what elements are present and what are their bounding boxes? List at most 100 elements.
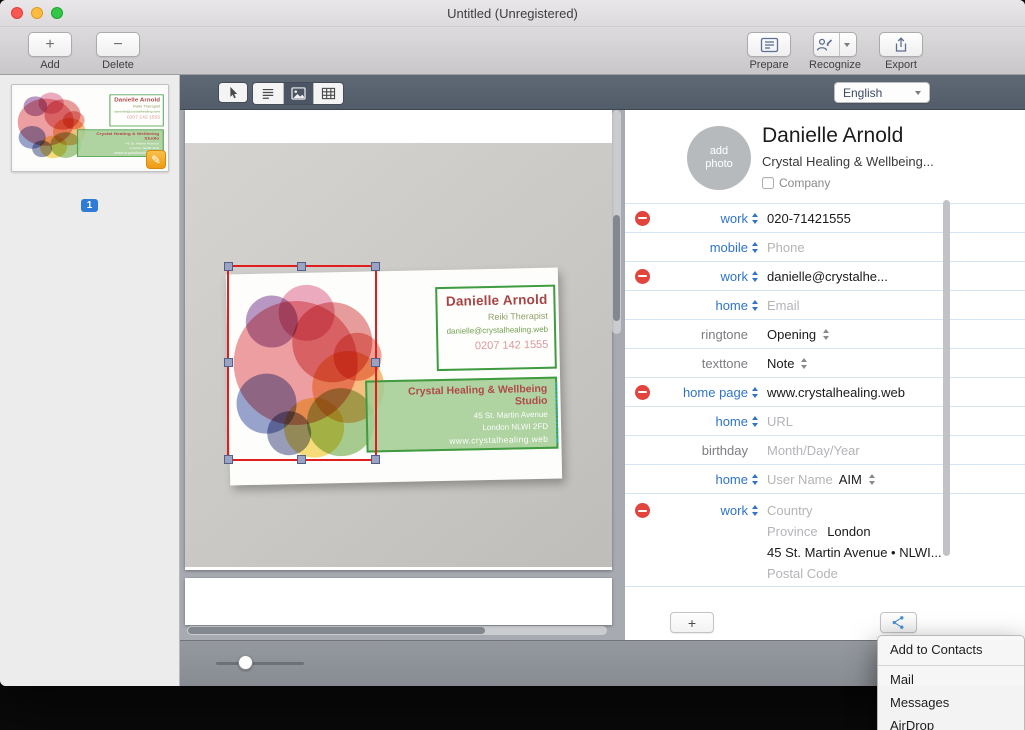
recognize-button[interactable]: Recognize — [809, 32, 861, 71]
im-service-select[interactable]: AIM — [839, 472, 862, 487]
field-type-select[interactable]: home page — [659, 385, 759, 400]
street-value[interactable]: 45 St. Martin Avenue • NLWI... — [767, 542, 942, 563]
field-type-select[interactable]: mobile — [659, 240, 759, 255]
select-tool-button[interactable] — [218, 82, 248, 103]
phone-mobile-placeholder[interactable]: Phone — [767, 240, 805, 255]
export-share-icon — [893, 36, 909, 53]
card-index-badge: 1 — [0, 195, 179, 213]
region-dotted-marks — [555, 382, 559, 443]
contact-organization-field[interactable]: Crystal Healing & Wellbeing... — [762, 154, 934, 169]
image-mode-button[interactable] — [283, 83, 313, 104]
text-mode-button[interactable] — [253, 83, 283, 104]
selection-handle[interactable] — [224, 358, 233, 367]
canvas-horizontal-scroll-thumb[interactable] — [188, 627, 485, 634]
company-checkbox-row: Company — [762, 176, 830, 190]
prepare-button[interactable]: Prepare — [747, 32, 792, 71]
stepper-icon — [868, 473, 876, 485]
im-username-placeholder[interactable]: User Name — [767, 472, 833, 487]
minus-icon[interactable]: − — [96, 32, 140, 57]
contact-name-field[interactable]: Danielle Arnold — [762, 124, 903, 148]
menu-item-airdrop[interactable]: AirDrop — [878, 715, 1024, 730]
card-address2-text: London NLWI 2FD — [482, 421, 549, 433]
field-type-select[interactable]: work — [659, 500, 759, 518]
row-ringtone: ringtone Opening — [625, 320, 1025, 349]
recognition-region-company[interactable]: Crystal Healing & Wellbeing Studio 45 St… — [365, 376, 559, 453]
selection-handle[interactable] — [371, 358, 380, 367]
selection-handle[interactable] — [371, 455, 380, 464]
screen-background: Untitled (Unregistered) + Add − Delete P… — [0, 0, 1025, 730]
card-canvas[interactable]: Danielle Arnold Reiki Therapist danielle… — [180, 110, 625, 640]
menu-item-messages[interactable]: Messages — [878, 692, 1024, 715]
remove-field-button[interactable] — [635, 503, 650, 518]
card-email-text: danielle@crystalhealing.web — [446, 324, 549, 336]
panel-scrollbar-thumb[interactable] — [943, 200, 950, 556]
selection-handle[interactable] — [371, 262, 380, 271]
province-value[interactable]: London — [827, 524, 870, 539]
card-phone-text: 0207 142 1555 — [474, 338, 549, 353]
prepare-label: Prepare — [749, 59, 789, 71]
url-home-placeholder[interactable]: URL — [767, 414, 793, 429]
add-photo-button[interactable]: add photo — [687, 126, 751, 190]
stepper-icon — [822, 328, 830, 340]
card-thumbnail-image: Danielle Arnold Reiki Therapist danielle… — [15, 88, 165, 168]
zoom-slider-track[interactable] — [216, 662, 304, 665]
selection-handle[interactable] — [297, 455, 306, 464]
delete-card-button[interactable]: − Delete — [96, 32, 140, 71]
delete-label: Delete — [102, 59, 134, 71]
selection-handle[interactable] — [224, 262, 233, 271]
zoom-slider-knob[interactable] — [238, 655, 253, 670]
phone-work-value[interactable]: 020-71421555 — [767, 211, 851, 226]
recognize-dropdown-arrow[interactable] — [839, 33, 854, 56]
field-type-select[interactable]: work — [659, 211, 759, 226]
share-button[interactable] — [880, 612, 917, 633]
toolbar-left-group: + Add − Delete — [28, 32, 140, 71]
language-select[interactable]: English — [834, 82, 930, 103]
app-window: Untitled (Unregistered) + Add − Delete P… — [0, 0, 1025, 686]
table-mode-button[interactable] — [313, 83, 343, 104]
contact-header: add photo Danielle Arnold Crystal Healin… — [625, 110, 1025, 203]
row-email-work: work danielle@crystalhe... — [625, 262, 1025, 291]
recognition-region-name[interactable]: Danielle Arnold Reiki Therapist danielle… — [435, 284, 557, 372]
email-home-placeholder[interactable]: Email — [767, 298, 800, 313]
field-type-select[interactable]: home — [659, 472, 759, 487]
row-texttone: texttone Note — [625, 349, 1025, 378]
field-type-select[interactable]: work — [659, 269, 759, 284]
titlebar: Untitled (Unregistered) — [0, 0, 1025, 27]
ringtone-select[interactable]: Opening — [767, 327, 830, 342]
canvas-vertical-scroll-thumb[interactable] — [613, 215, 620, 321]
email-work-value[interactable]: danielle@crystalhe... — [767, 269, 888, 284]
add-card-button[interactable]: + Add — [28, 32, 72, 71]
selection-handle[interactable] — [224, 455, 233, 464]
menu-item-add-to-contacts[interactable]: Add to Contacts — [878, 639, 1024, 662]
edited-pencil-badge: ✎ — [146, 150, 166, 169]
selection-handle[interactable] — [297, 262, 306, 271]
field-type-select[interactable]: home — [659, 298, 759, 313]
recognize-label: Recognize — [809, 59, 861, 71]
toolbar: + Add − Delete Prepare Recognize Export — [0, 27, 1025, 75]
remove-field-button[interactable] — [635, 384, 650, 400]
birthday-placeholder[interactable]: Month/Day/Year — [767, 443, 860, 458]
plus-icon[interactable]: + — [28, 32, 72, 57]
export-button[interactable]: Export — [879, 32, 923, 71]
texttone-select[interactable]: Note — [767, 356, 808, 371]
country-placeholder[interactable]: Country — [767, 500, 936, 521]
stepper-icon — [751, 505, 759, 516]
card-photo: Danielle Arnold Reiki Therapist danielle… — [185, 143, 612, 567]
stepper-icon — [751, 212, 759, 224]
remove-field-button[interactable] — [635, 210, 650, 226]
card-jobtitle-text: Reiki Therapist — [487, 310, 548, 323]
field-type-select[interactable]: home — [659, 414, 759, 429]
view-mode-segmented-control — [252, 82, 344, 105]
homepage-url-value[interactable]: www.crystalhealing.web — [767, 385, 905, 400]
stepper-icon — [751, 415, 759, 427]
postal-code-placeholder[interactable]: Postal Code — [767, 563, 936, 584]
province-placeholder[interactable]: Province — [767, 524, 818, 539]
image-selection-rectangle[interactable] — [224, 262, 380, 464]
add-field-button[interactable]: + — [670, 612, 714, 633]
remove-field-button[interactable] — [635, 268, 650, 284]
company-checkbox[interactable] — [762, 177, 774, 189]
card-thumbnail[interactable]: Danielle Arnold Reiki Therapist danielle… — [11, 84, 169, 172]
menu-separator — [878, 665, 1024, 666]
menu-item-mail[interactable]: Mail — [878, 669, 1024, 692]
row-phone-mobile: mobile Phone — [625, 233, 1025, 262]
